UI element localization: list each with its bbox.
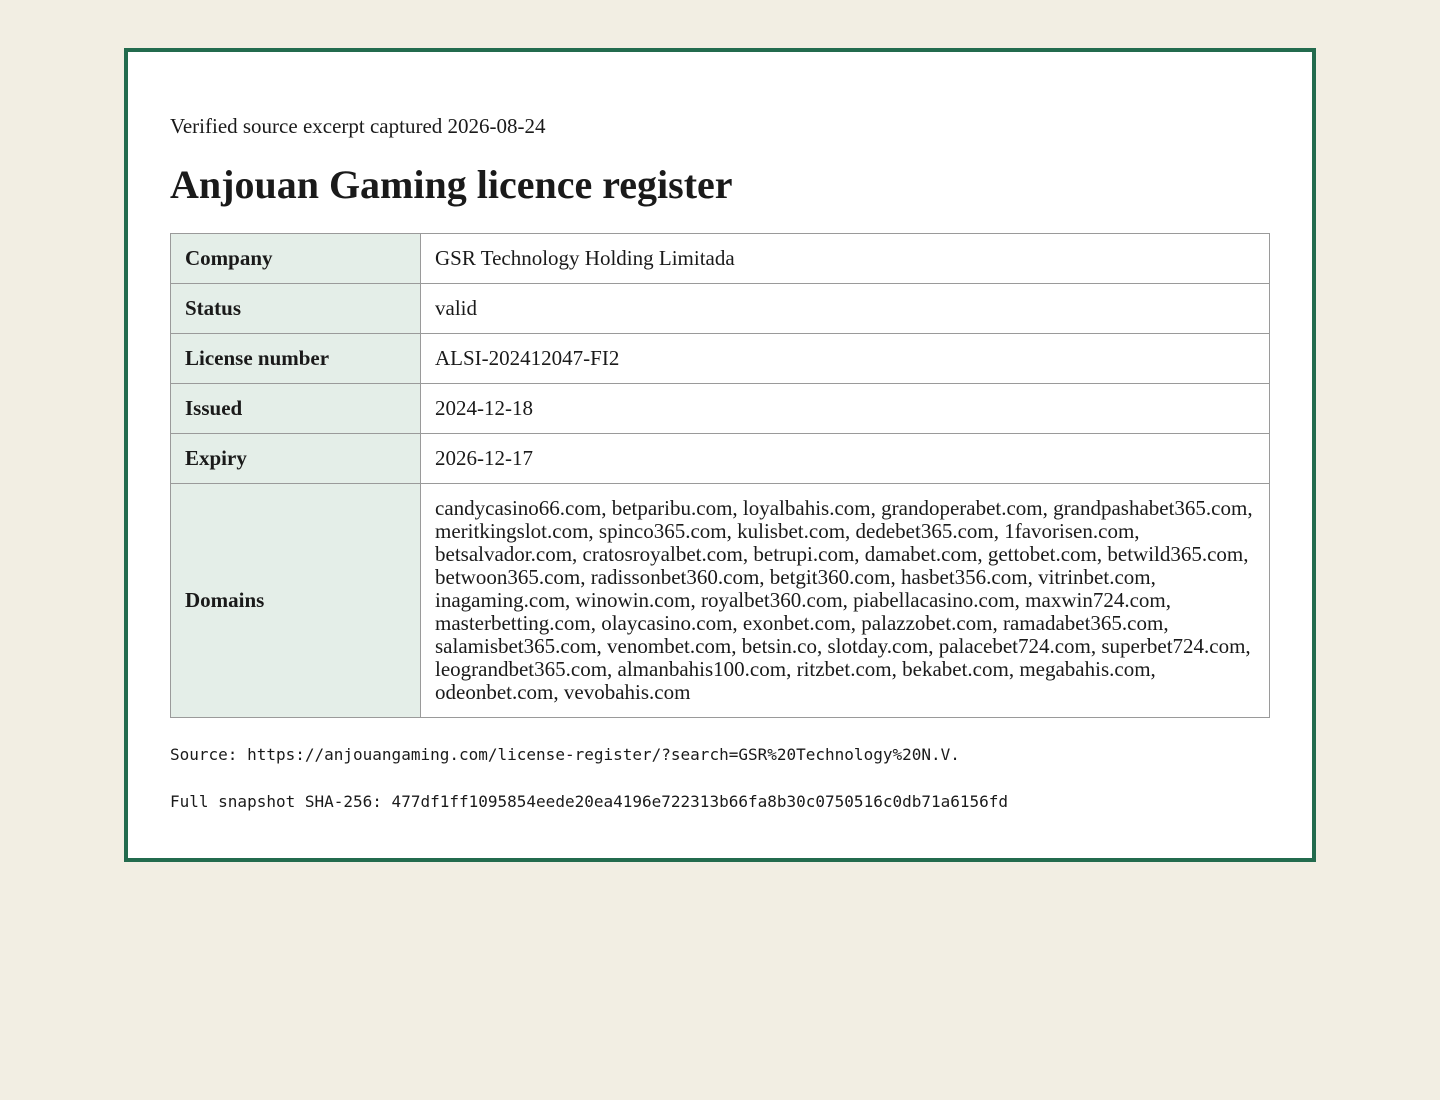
table-row-license-number: License number ALSI-202412047-FI2 xyxy=(170,333,1270,384)
domains-list: candycasino66.com, betparibu.com, loyalb… xyxy=(420,483,1270,718)
row-label: License number xyxy=(170,333,421,384)
row-value: 2024-12-18 xyxy=(420,383,1270,434)
row-value: 2026-12-17 xyxy=(420,433,1270,484)
row-label: Company xyxy=(170,233,421,284)
source-url-line: Source: https://anjouangaming.com/licens… xyxy=(170,745,960,764)
table-row-expiry: Expiry 2026-12-17 xyxy=(170,433,1270,484)
page-title: Anjouan Gaming licence register xyxy=(170,162,733,207)
table-row-status: Status valid xyxy=(170,283,1270,334)
row-value: GSR Technology Holding Limitada xyxy=(420,233,1270,284)
row-label: Domains xyxy=(170,483,421,718)
table-row-company: Company GSR Technology Holding Limitada xyxy=(170,233,1270,284)
evidence-card: Verified source excerpt captured 2026-08… xyxy=(124,48,1316,862)
row-label: Status xyxy=(170,283,421,334)
row-label: Expiry xyxy=(170,433,421,484)
table-row-domains: Domains candycasino66.com, betparibu.com… xyxy=(170,483,1270,718)
licence-table: Company GSR Technology Holding Limitada … xyxy=(170,233,1270,718)
snapshot-hash-line: Full snapshot SHA-256: 477df1ff1095854ee… xyxy=(170,792,1009,811)
row-value: valid xyxy=(420,283,1270,334)
capture-note: Verified source excerpt captured 2026-08… xyxy=(170,114,546,138)
row-label: Issued xyxy=(170,383,421,434)
row-value: ALSI-202412047-FI2 xyxy=(420,333,1270,384)
table-row-issued: Issued 2024-12-18 xyxy=(170,383,1270,434)
